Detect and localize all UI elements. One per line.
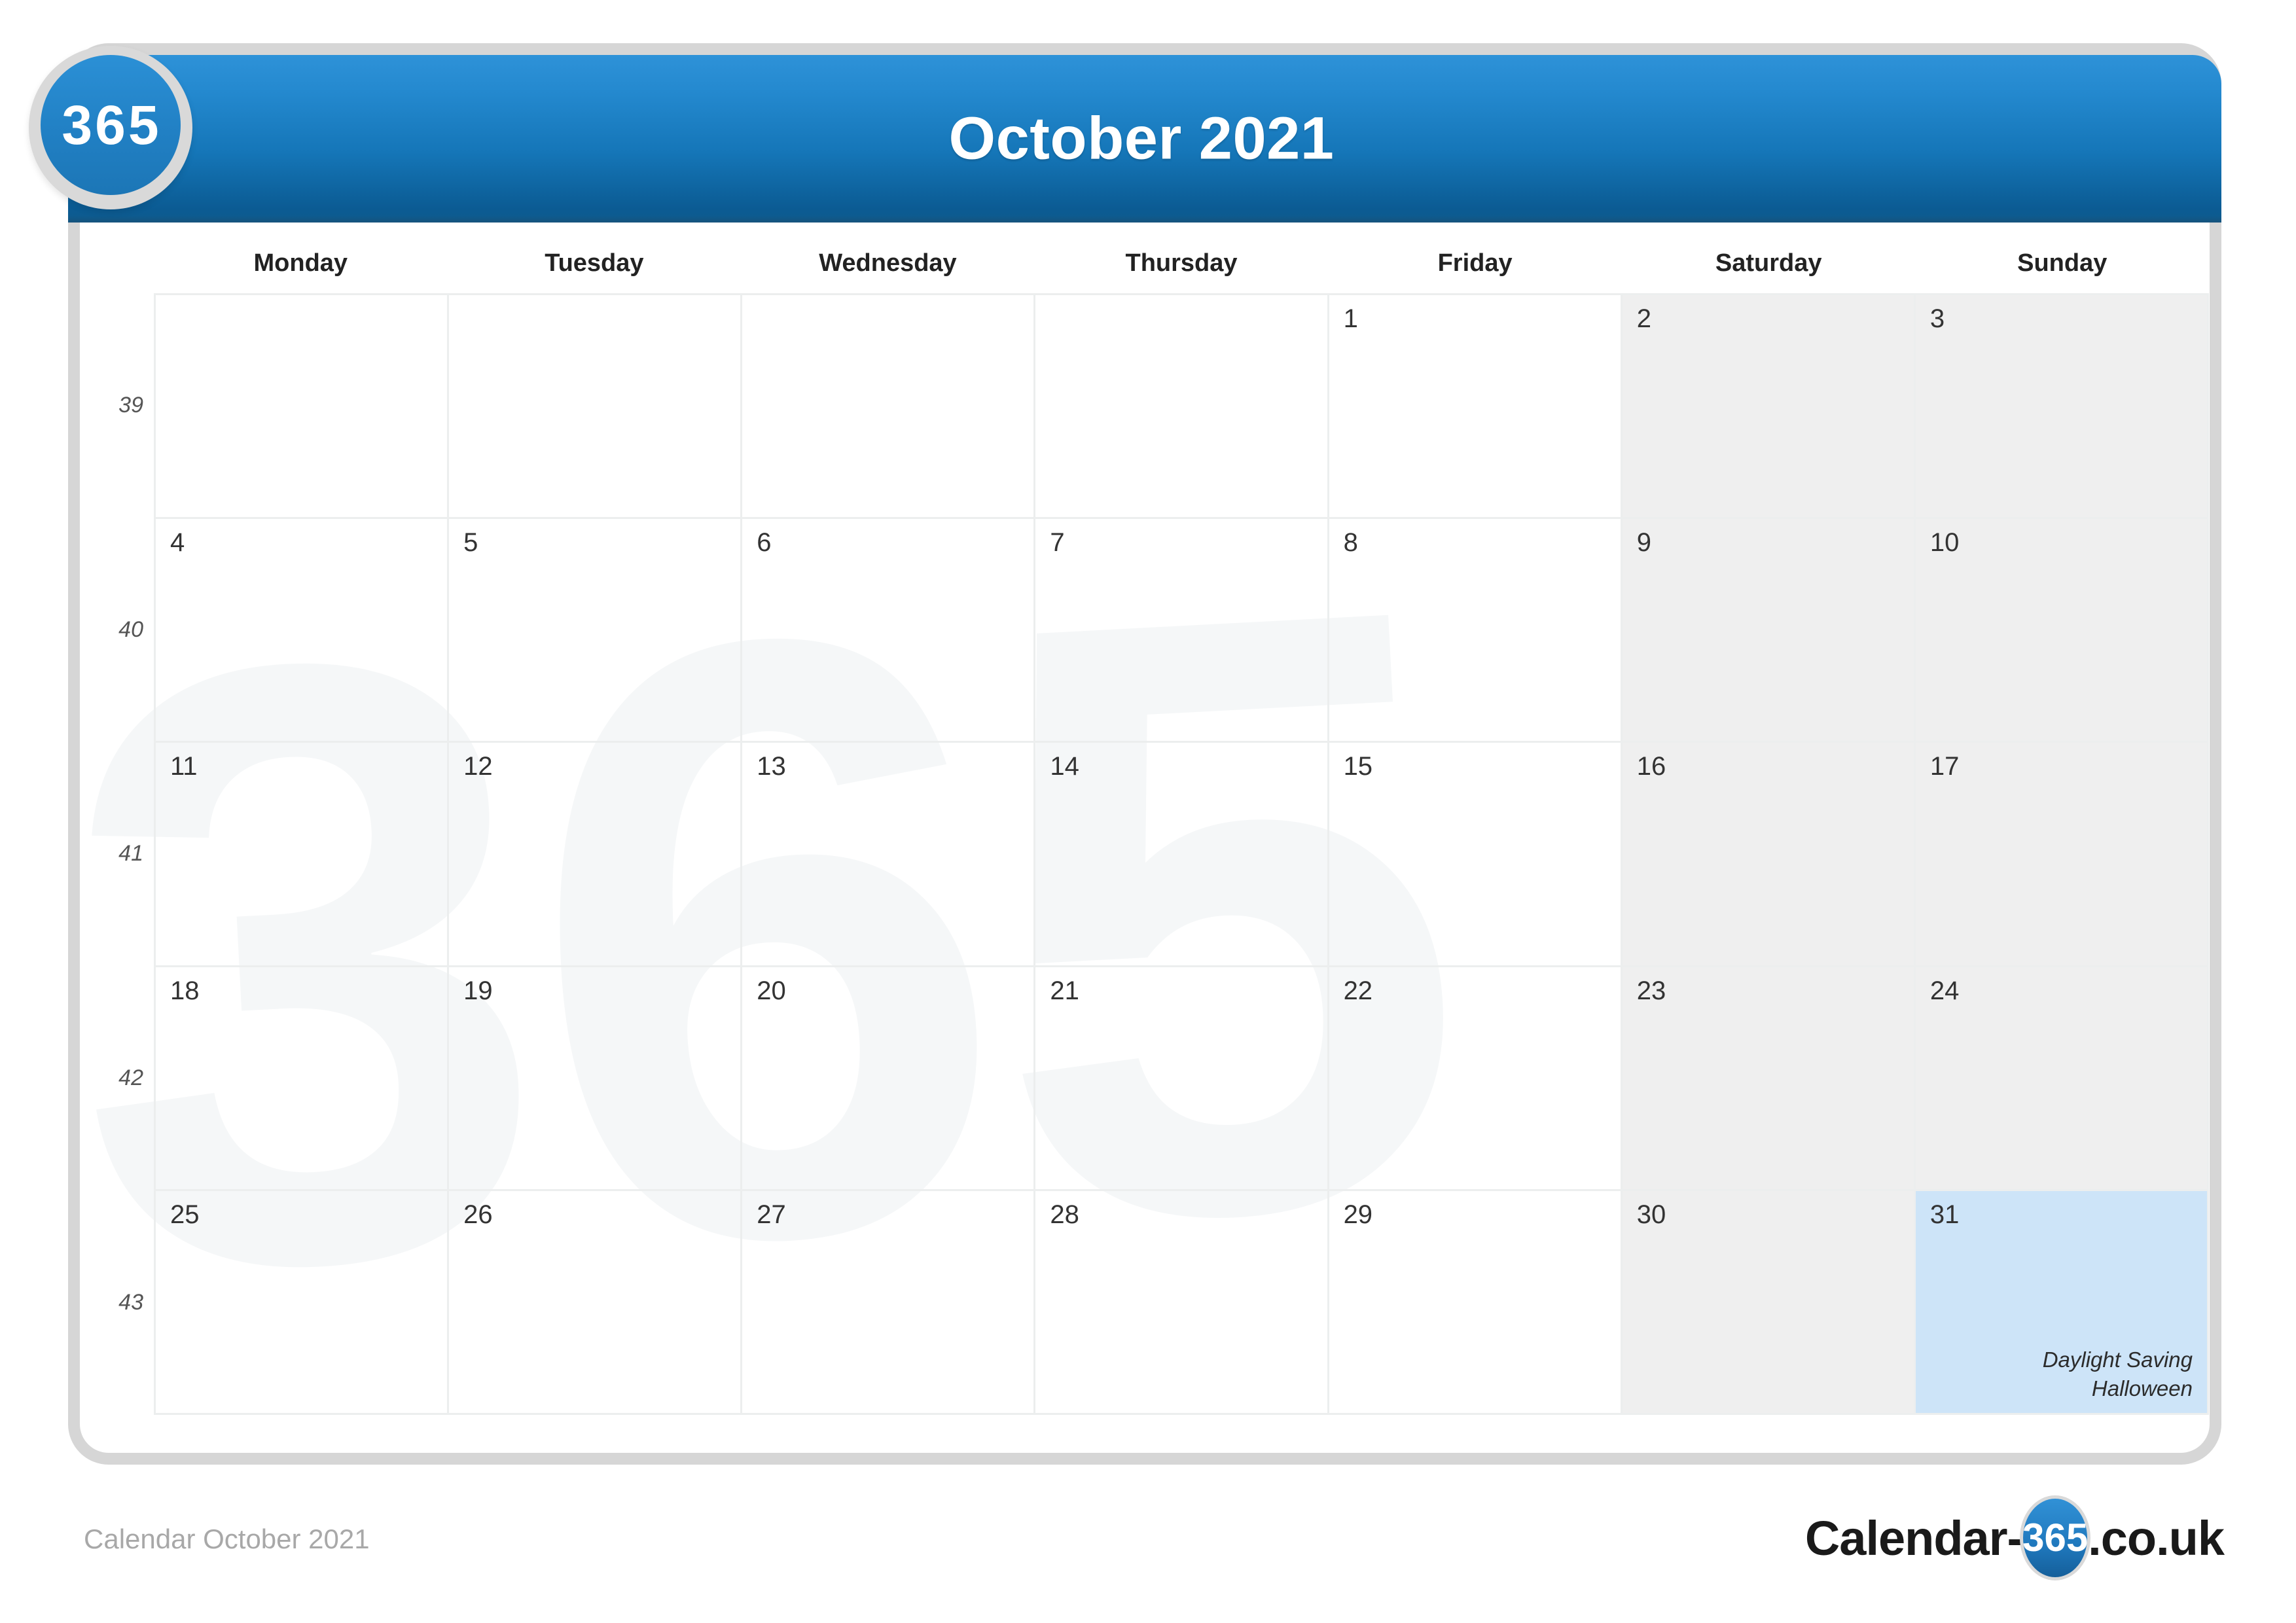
day-cell[interactable]: 20 bbox=[742, 967, 1036, 1191]
week-number: 41 bbox=[118, 841, 143, 866]
day-number: 1 bbox=[1343, 304, 1358, 333]
week-number: 39 bbox=[118, 392, 143, 418]
day-number: 9 bbox=[1636, 528, 1651, 558]
day-number: 24 bbox=[1929, 976, 1960, 1005]
footer-logo-badge-label: 365 bbox=[2022, 1516, 2089, 1560]
day-number: 22 bbox=[1343, 976, 1373, 1005]
day-cell[interactable]: 6 bbox=[742, 519, 1036, 743]
footer-site-logo[interactable]: Calendar- 365 .co.uk bbox=[1804, 1495, 2225, 1580]
day-cell[interactable]: 17 bbox=[1915, 743, 2209, 967]
day-number: 5 bbox=[463, 528, 478, 558]
day-number: 20 bbox=[757, 976, 786, 1005]
day-cell[interactable]: 23 bbox=[1622, 967, 1916, 1191]
weekday-header-sunday: Sunday bbox=[2017, 249, 2108, 277]
day-number: 31 bbox=[1929, 1200, 1960, 1229]
week-number: 40 bbox=[118, 616, 143, 642]
day-cell[interactable]: 14 bbox=[1035, 743, 1329, 967]
day-cell[interactable]: 16 bbox=[1622, 743, 1916, 967]
calendar-grid: 1 2 3 4 5 6 7 8 9 10 11 12 13 14 15 16 17 18 19 20 21 22 23 24 2… bbox=[154, 293, 2209, 1415]
day-cell[interactable]: 28 bbox=[1035, 1190, 1329, 1415]
day-number: 4 bbox=[170, 528, 185, 558]
day-cell[interactable]: 30 bbox=[1622, 1190, 1916, 1415]
week-number: 43 bbox=[118, 1290, 143, 1315]
day-number: 6 bbox=[757, 528, 772, 558]
weekday-header-friday: Friday bbox=[1437, 249, 1513, 277]
day-number: 14 bbox=[1050, 752, 1079, 781]
weekday-header-saturday: Saturday bbox=[1715, 249, 1822, 277]
day-cell[interactable]: 26 bbox=[449, 1190, 743, 1415]
day-cell-empty bbox=[156, 295, 450, 520]
day-number: 12 bbox=[463, 752, 493, 781]
day-cell[interactable]: 4 bbox=[156, 519, 450, 743]
day-cell[interactable]: 27 bbox=[742, 1190, 1036, 1415]
week-number-column: 39 40 41 42 43 bbox=[72, 293, 154, 1415]
page-title: October 2021 bbox=[948, 105, 1335, 172]
day-cell-empty bbox=[742, 295, 1036, 520]
day-number: 16 bbox=[1636, 752, 1666, 781]
day-number: 3 bbox=[1929, 304, 1945, 333]
day-cell[interactable]: 18 bbox=[156, 967, 450, 1191]
footer-logo-right-text: .co.uk bbox=[2088, 1510, 2225, 1565]
day-cell[interactable]: 10 bbox=[1915, 519, 2209, 743]
day-number: 26 bbox=[463, 1200, 493, 1229]
day-cell[interactable]: 24 bbox=[1915, 967, 2209, 1191]
footer-logo-badge-icon: 365 bbox=[2020, 1495, 2091, 1580]
day-number: 7 bbox=[1050, 528, 1065, 558]
day-number: 15 bbox=[1343, 752, 1373, 781]
day-cell[interactable]: 2 bbox=[1622, 295, 1916, 520]
day-cell[interactable]: 19 bbox=[449, 967, 743, 1191]
day-cell[interactable]: 3 bbox=[1915, 295, 2209, 520]
day-number: 25 bbox=[170, 1200, 200, 1229]
day-cell[interactable]: 25 bbox=[156, 1190, 450, 1415]
day-cell-empty bbox=[449, 295, 743, 520]
day-event-label: Daylight Saving bbox=[2042, 1347, 2193, 1372]
day-cell[interactable]: 12 bbox=[449, 743, 743, 967]
weekday-header-monday: Monday bbox=[253, 249, 348, 277]
day-cell[interactable]: 9 bbox=[1622, 519, 1916, 743]
day-cell-empty bbox=[1035, 295, 1329, 520]
day-cell[interactable]: 15 bbox=[1329, 743, 1623, 967]
brand-logo-label: 365 bbox=[62, 94, 162, 156]
day-cell[interactable]: 22 bbox=[1329, 967, 1623, 1191]
day-number: 28 bbox=[1050, 1200, 1079, 1229]
day-number: 10 bbox=[1929, 528, 1960, 558]
day-cell[interactable]: 11 bbox=[156, 743, 450, 967]
day-number: 8 bbox=[1343, 528, 1358, 558]
weekday-header-row: Monday Tuesday Wednesday Thursday Friday Satu… bbox=[154, 243, 2209, 293]
day-number: 19 bbox=[463, 976, 493, 1005]
day-number: 13 bbox=[757, 752, 786, 781]
footer-logo-left-text: Calendar- bbox=[1804, 1510, 2023, 1565]
day-cell[interactable]: 1 bbox=[1329, 295, 1623, 520]
calendar-header-bar: October 2021 bbox=[68, 55, 2221, 223]
day-number: 17 bbox=[1929, 752, 1960, 781]
day-number: 29 bbox=[1343, 1200, 1373, 1229]
day-number: 23 bbox=[1636, 976, 1666, 1005]
day-cell[interactable]: 5 bbox=[449, 519, 743, 743]
day-events: Daylight Saving Halloween bbox=[2043, 1346, 2193, 1404]
day-number: 21 bbox=[1050, 976, 1079, 1005]
day-cell[interactable]: 29 bbox=[1329, 1190, 1623, 1415]
weekday-header-thursday: Thursday bbox=[1125, 249, 1238, 277]
day-cell[interactable]: 31 Daylight Saving Halloween bbox=[1915, 1190, 2209, 1415]
day-cell[interactable]: 13 bbox=[742, 743, 1036, 967]
day-event-label: Halloween bbox=[2091, 1376, 2193, 1401]
day-number: 30 bbox=[1636, 1200, 1666, 1229]
weekday-header-wednesday: Wednesday bbox=[819, 249, 957, 277]
day-number: 11 bbox=[170, 752, 198, 781]
week-number: 42 bbox=[118, 1065, 143, 1091]
day-cell[interactable]: 7 bbox=[1035, 519, 1329, 743]
day-number: 2 bbox=[1636, 304, 1651, 333]
brand-logo-badge: 365 bbox=[29, 46, 192, 209]
day-number: 27 bbox=[757, 1200, 786, 1229]
day-cell[interactable]: 21 bbox=[1035, 967, 1329, 1191]
day-number: 18 bbox=[170, 976, 200, 1005]
day-cell[interactable]: 8 bbox=[1329, 519, 1623, 743]
brand-logo-circle-icon: 365 bbox=[41, 55, 181, 195]
footer-caption: Calendar October 2021 bbox=[84, 1524, 370, 1554]
weekday-header-tuesday: Tuesday bbox=[545, 249, 644, 277]
